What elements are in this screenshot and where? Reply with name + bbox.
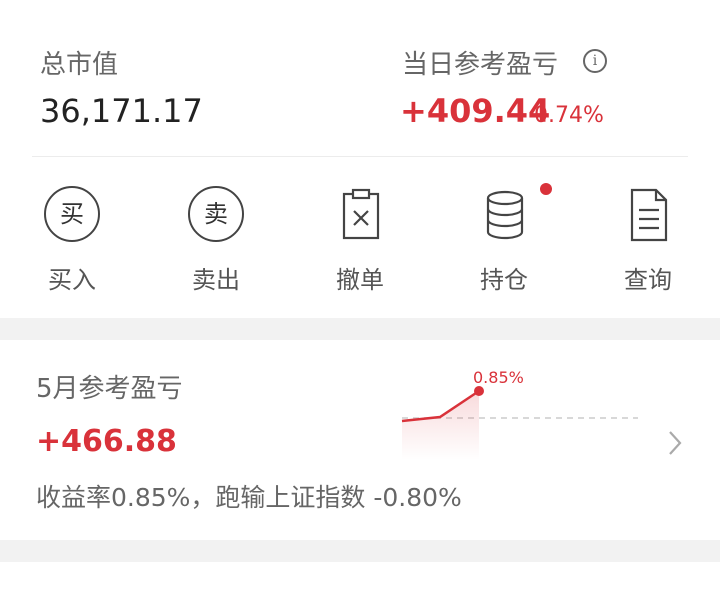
- monthly-return-description: 收益率0.85%，跑输上证指数 -0.80%: [36, 483, 462, 512]
- chevron-right-icon[interactable]: [665, 428, 685, 462]
- monthly-pnl-value: +466.88: [36, 424, 177, 459]
- daily-pnl-label: 当日参考盈亏: [402, 50, 559, 80]
- daily-pnl-percent: 0.74%: [534, 103, 604, 128]
- holdings-button[interactable]: 持仓: [454, 186, 554, 296]
- cancel-order-label: 撤单: [336, 266, 384, 294]
- sell-icon: 卖: [188, 186, 246, 244]
- monthly-pnl-label: 5月参考盈亏: [36, 374, 183, 404]
- return-area: [402, 391, 479, 460]
- section-separator: [0, 318, 720, 340]
- query-button[interactable]: 查询: [598, 186, 698, 296]
- daily-pnl-value: +409.44: [400, 92, 551, 130]
- buy-label: 买入: [48, 266, 96, 294]
- sell-label: 卖出: [192, 266, 240, 294]
- query-label: 查询: [624, 266, 672, 294]
- total-market-value: 36,171.17: [40, 92, 203, 130]
- holdings-icon: [476, 186, 534, 244]
- cancel-order-button[interactable]: 撤单: [310, 186, 410, 296]
- notification-dot: [540, 183, 552, 195]
- total-market-value-label: 总市值: [40, 50, 119, 80]
- info-icon[interactable]: i: [583, 49, 607, 73]
- divider: [32, 156, 688, 157]
- section-separator: [0, 540, 720, 562]
- next-card: [0, 562, 720, 590]
- cancel-order-icon: [332, 186, 390, 244]
- buy-icon: 买: [44, 186, 102, 244]
- return-end-point: [474, 386, 484, 396]
- sell-button[interactable]: 卖 卖出: [166, 186, 266, 296]
- monthly-return-sparkline: [401, 386, 638, 460]
- buy-button[interactable]: 买 买入: [22, 186, 122, 296]
- query-icon: [620, 186, 678, 244]
- holdings-label: 持仓: [480, 266, 528, 294]
